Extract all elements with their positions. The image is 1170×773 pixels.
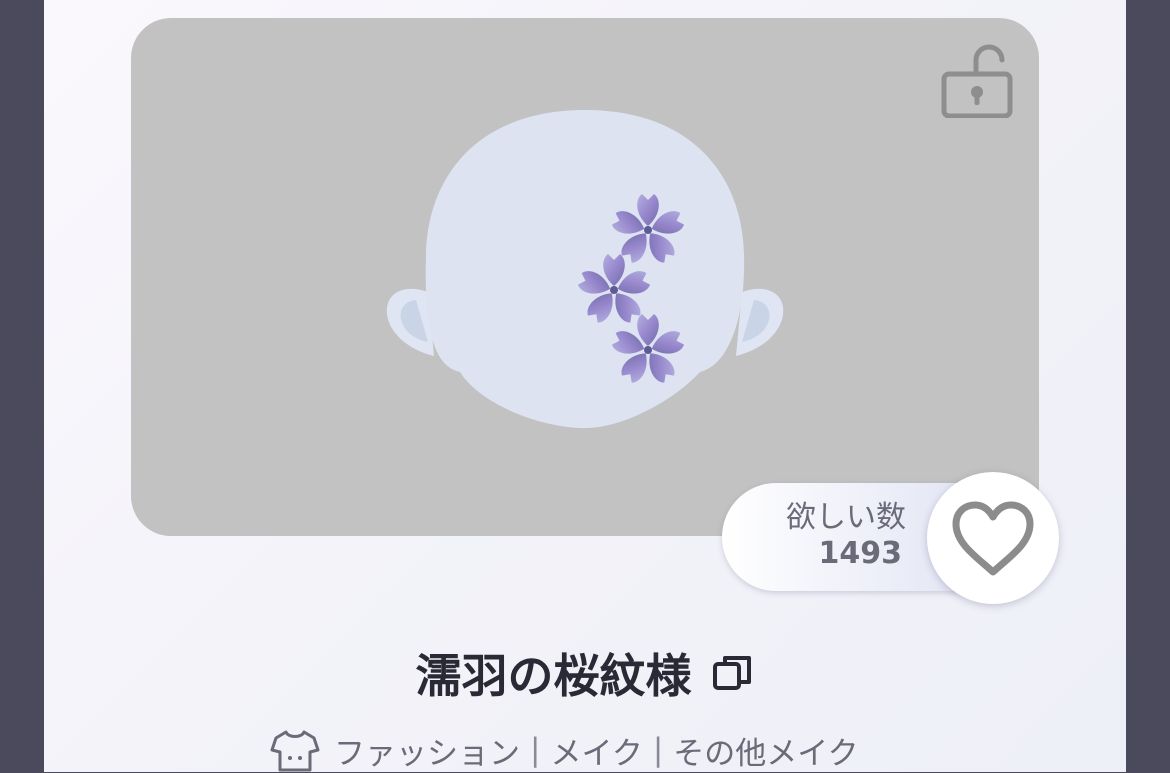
category-separator: | xyxy=(652,732,664,768)
head-paint-item-art xyxy=(386,110,784,428)
heart-outline-icon xyxy=(952,501,1034,576)
favorite-button[interactable] xyxy=(927,472,1059,604)
shirt-icon xyxy=(270,730,320,772)
item-title-row: 濡羽の桜紋様 xyxy=(0,640,1170,710)
category-separator: | xyxy=(530,732,541,768)
category-breadcrumb: ファッション | メイク | その他メイク xyxy=(270,728,859,772)
wishlist-label: 欲しい数 xyxy=(786,500,906,535)
unlocked-padlock-icon[interactable] xyxy=(940,40,1014,118)
category-makeup[interactable]: メイク xyxy=(550,728,642,773)
item-title: 濡羽の桜紋様 xyxy=(415,649,692,703)
copy-icon[interactable] xyxy=(711,652,755,694)
category-fashion[interactable]: ファッション xyxy=(334,728,520,773)
wishlist-count: 1493 xyxy=(818,536,903,571)
category-other-makeup[interactable]: その他メイク xyxy=(673,728,858,773)
